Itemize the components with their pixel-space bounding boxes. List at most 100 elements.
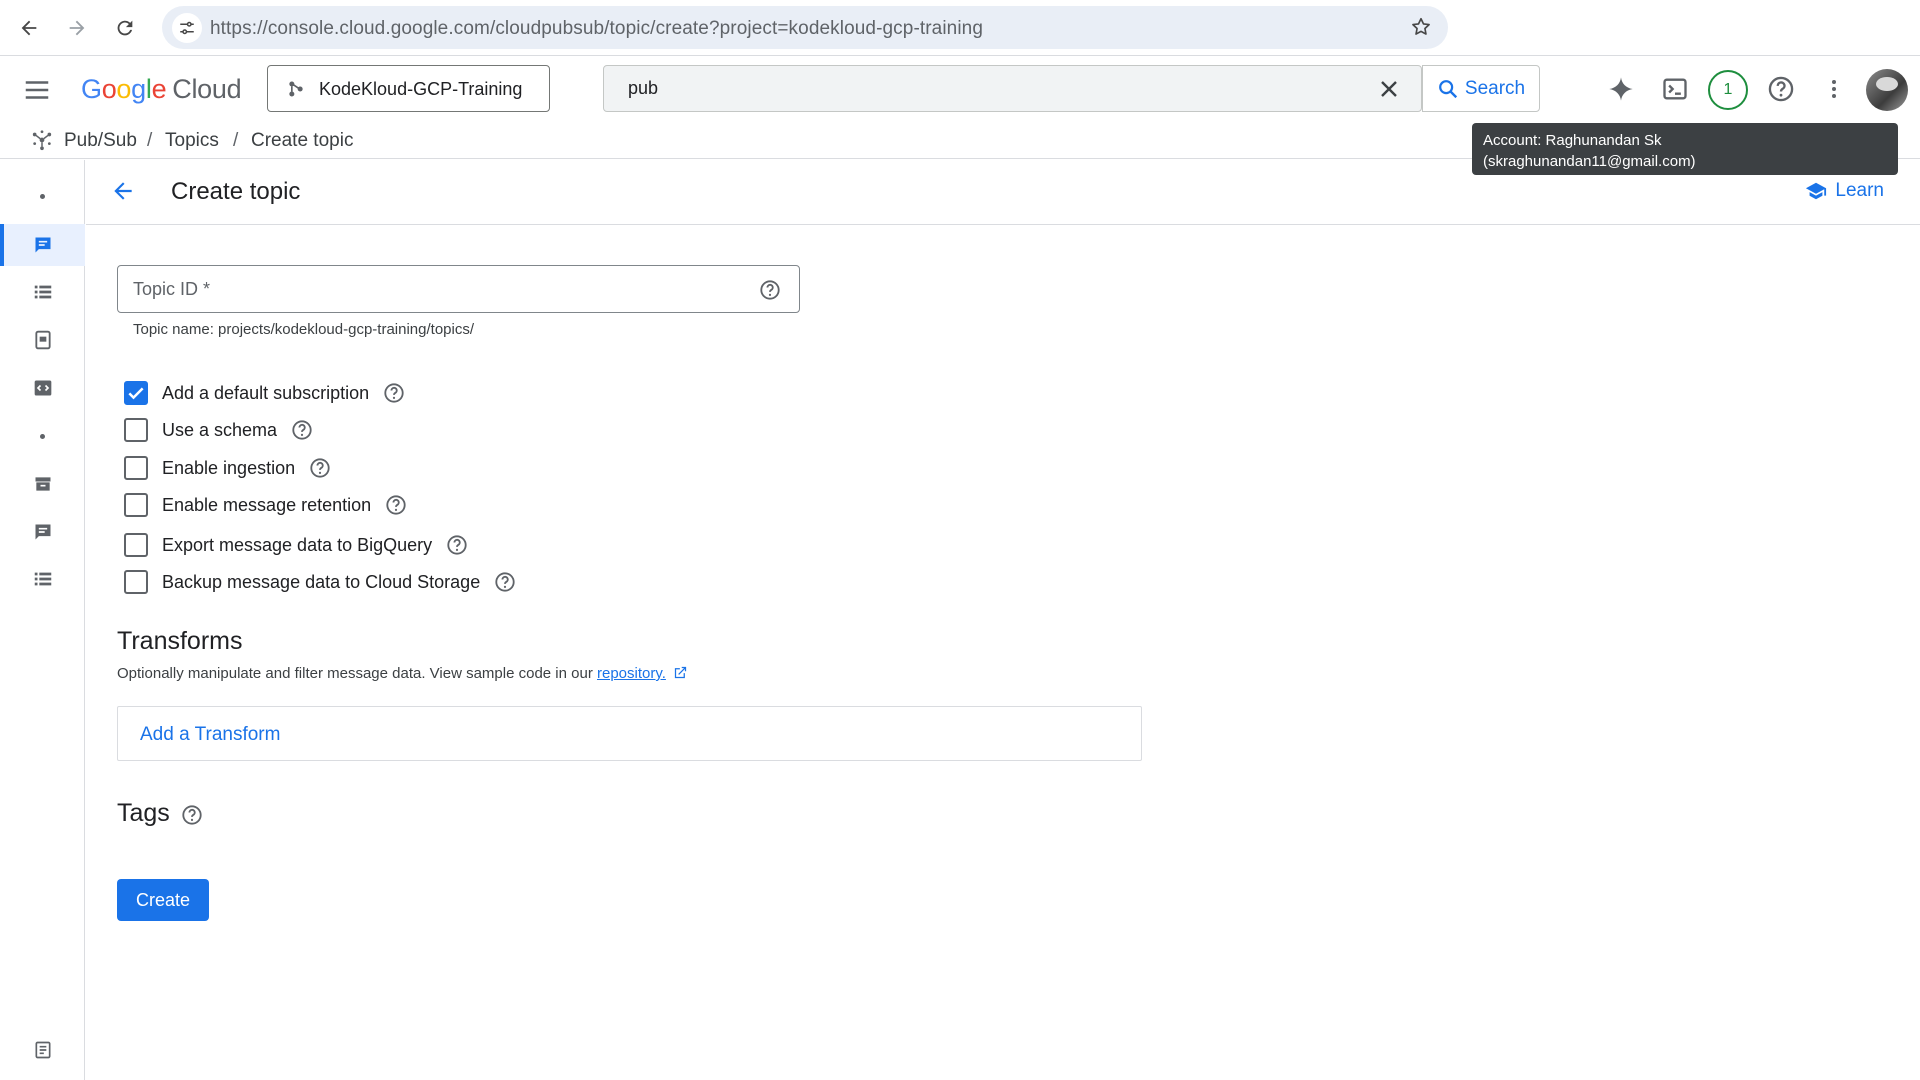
- logo-product: Cloud: [172, 74, 242, 104]
- learn-button[interactable]: Learn: [1805, 180, 1884, 202]
- search-button[interactable]: Search: [1422, 65, 1540, 112]
- rail-item-subscriptions[interactable]: [0, 271, 85, 313]
- pubsub-product-icon: [31, 129, 53, 151]
- repository-link[interactable]: repository.: [597, 665, 666, 682]
- option-row: Enable ingestion: [124, 454, 331, 482]
- option-checkbox[interactable]: [124, 418, 148, 442]
- option-checkbox[interactable]: [124, 456, 148, 480]
- storage-box-icon: [35, 477, 50, 491]
- option-help-button[interactable]: [309, 457, 331, 479]
- transforms-description: Optionally manipulate and filter message…: [117, 665, 688, 682]
- close-icon: [1381, 81, 1397, 97]
- reload-icon: [117, 20, 133, 36]
- help-icon: [292, 420, 312, 440]
- product-nav-rail: [0, 160, 85, 1080]
- option-label[interactable]: Backup message data to Cloud Storage: [162, 572, 480, 593]
- option-help-button[interactable]: [385, 494, 407, 516]
- breadcrumb-pubsub[interactable]: Pub/Sub: [64, 130, 137, 152]
- logo-letter: g: [131, 74, 146, 104]
- site-info-button[interactable]: [172, 13, 202, 43]
- breadcrumb-topics[interactable]: Topics: [165, 130, 219, 152]
- tags-title: Tags: [117, 799, 170, 827]
- option-row: Backup message data to Cloud Storage: [124, 568, 516, 596]
- arrow-left-icon: [21, 20, 37, 36]
- option-help-button[interactable]: [446, 534, 468, 556]
- option-help-button[interactable]: [383, 382, 405, 404]
- logo-letter: o: [101, 74, 117, 104]
- option-label[interactable]: Add a default subscription: [162, 383, 369, 404]
- transform-panel: Add a Transform: [117, 706, 1142, 761]
- rail-item-topics[interactable]: [0, 224, 85, 266]
- option-checkbox[interactable]: [124, 570, 148, 594]
- list-icon: [34, 572, 51, 586]
- rail-item-release-notes[interactable]: [0, 1029, 85, 1071]
- tags-heading: Tags: [117, 799, 170, 828]
- option-checkbox[interactable]: [124, 533, 148, 557]
- breadcrumb-separator: /: [147, 130, 153, 151]
- rail-item-schemas[interactable]: [0, 367, 85, 409]
- search-input[interactable]: [628, 78, 1328, 99]
- back-button[interactable]: [110, 178, 136, 204]
- checkmark-icon: [128, 387, 144, 400]
- rail-item-lite-reservations[interactable]: [0, 463, 85, 505]
- option-help-button[interactable]: [291, 419, 313, 441]
- gemini-button[interactable]: [1603, 71, 1639, 107]
- option-row: Add a default subscription: [124, 379, 405, 407]
- arrow-left-icon: [114, 182, 132, 200]
- option-row: Enable message retention: [124, 491, 407, 519]
- option-label[interactable]: Use a schema: [162, 420, 277, 441]
- browser-toolbar: https://console.cloud.google.com/cloudpu…: [0, 0, 1920, 56]
- option-label[interactable]: Enable message retention: [162, 495, 371, 516]
- option-checkbox[interactable]: [124, 381, 148, 405]
- topic-id-help-button[interactable]: [759, 279, 781, 301]
- address-bar[interactable]: https://console.cloud.google.com/cloudpu…: [162, 6, 1448, 49]
- snapshot-icon: [34, 330, 51, 350]
- url-host: https://console.cloud.google.com: [210, 18, 490, 39]
- cloud-shell-button[interactable]: [1657, 71, 1693, 107]
- url-text[interactable]: https://console.cloud.google.com/cloudpu…: [210, 18, 983, 40]
- account-avatar[interactable]: [1866, 69, 1908, 111]
- option-help-button[interactable]: [494, 571, 516, 593]
- option-label[interactable]: Enable ingestion: [162, 458, 295, 479]
- open-in-new-icon: [674, 666, 687, 679]
- google-cloud-logo[interactable]: Google Cloud: [81, 74, 242, 105]
- bookmark-star-button[interactable]: [1410, 16, 1432, 38]
- topic-id-input[interactable]: [133, 279, 733, 300]
- page-title: Create topic: [171, 178, 301, 205]
- project-hierarchy-icon: [286, 79, 306, 99]
- more-options-button[interactable]: [1816, 71, 1852, 107]
- project-picker[interactable]: KodeKloud-GCP-Training: [267, 65, 550, 112]
- option-label[interactable]: Export message data to BigQuery: [162, 535, 432, 556]
- console-header: GoogleCloud KodeKloud-GCP-Training Searc…: [0, 57, 1920, 121]
- tune-icon: [180, 21, 194, 35]
- rail-item-lite-topics[interactable]: [0, 511, 85, 553]
- tooltip-account-name: Account: Raghunandan Sk: [1483, 132, 1662, 149]
- help-icon: [760, 280, 780, 300]
- star-icon: [1412, 17, 1430, 35]
- create-button[interactable]: Create: [117, 879, 209, 921]
- rail-item-snapshots[interactable]: [0, 319, 85, 361]
- add-transform-button[interactable]: Add a Transform: [140, 724, 280, 746]
- project-name: KodeKloud-GCP-Training: [319, 79, 523, 99]
- help-icon: [447, 535, 467, 555]
- notifications-badge[interactable]: 1: [1708, 70, 1748, 110]
- terminal-icon: [1663, 78, 1687, 100]
- message-icon: [35, 524, 50, 540]
- search-bar: Search: [603, 65, 1540, 112]
- logo-letter: o: [116, 74, 132, 104]
- tags-help-button[interactable]: [181, 804, 203, 826]
- rail-item-lite-subscriptions[interactable]: [0, 558, 85, 600]
- main-menu-button[interactable]: [22, 75, 52, 105]
- more-vert-icon: [1832, 80, 1836, 98]
- option-row: Use a schema: [124, 416, 313, 444]
- option-checkbox[interactable]: [124, 493, 148, 517]
- browser-back-button[interactable]: [13, 12, 45, 44]
- browser-reload-button[interactable]: [109, 12, 141, 44]
- learn-label: Learn: [1835, 180, 1884, 201]
- browser-forward-button[interactable]: [61, 12, 93, 44]
- breadcrumb-current: Create topic: [251, 130, 354, 151]
- logo-letter: G: [81, 74, 102, 104]
- help-button[interactable]: [1763, 71, 1799, 107]
- help-icon: [310, 458, 330, 478]
- clear-search-button[interactable]: [1377, 77, 1401, 101]
